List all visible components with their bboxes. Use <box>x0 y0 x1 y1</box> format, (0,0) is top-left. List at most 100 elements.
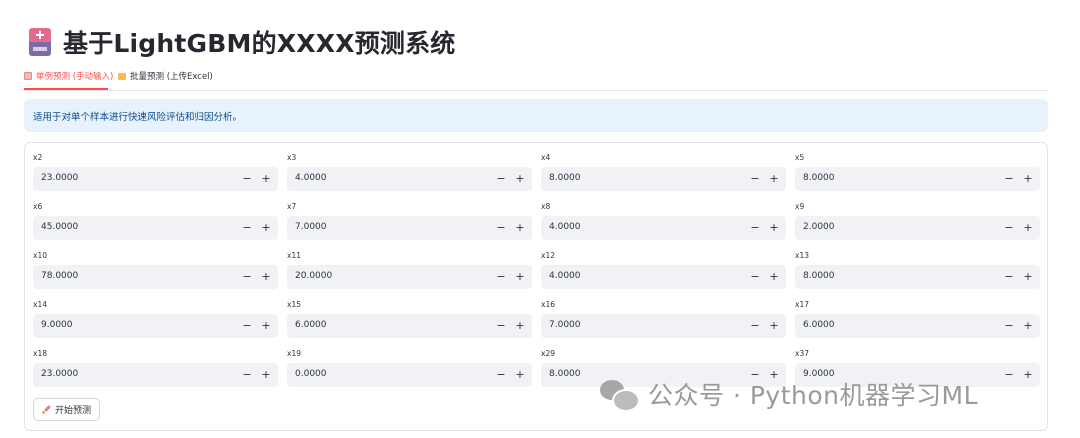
decrement-button[interactable]: − <box>494 316 508 336</box>
number-field[interactable]: 8.0000 − + <box>795 265 1040 289</box>
decrement-button[interactable]: − <box>240 218 254 238</box>
increment-button[interactable]: + <box>259 365 273 385</box>
field-label: x15 <box>287 300 301 309</box>
decrement-button[interactable]: − <box>748 169 762 189</box>
field-value[interactable]: 4.0000 <box>549 271 581 281</box>
field-label: x13 <box>795 251 809 260</box>
number-field[interactable]: 78.0000 − + <box>33 265 278 289</box>
field-value[interactable]: 9.0000 <box>41 320 73 330</box>
start-prediction-button[interactable]: 开始预测 <box>33 398 100 421</box>
increment-button[interactable]: + <box>767 316 781 336</box>
decrement-button[interactable]: − <box>1002 169 1016 189</box>
number-field[interactable]: 45.0000 − + <box>33 216 278 240</box>
number-input-x4: x4 8.0000 − + <box>541 152 786 191</box>
active-tab-indicator <box>24 88 108 90</box>
number-input-x14: x14 9.0000 − + <box>33 299 278 338</box>
increment-button[interactable]: + <box>259 169 273 189</box>
tab-bar: 单例预测 (手动输入) 批量预测 (上传Excel) <box>24 66 1048 91</box>
increment-button[interactable]: + <box>1021 218 1035 238</box>
number-field[interactable]: 4.0000 − + <box>541 216 786 240</box>
rocket-icon <box>41 405 52 415</box>
increment-button[interactable]: + <box>1021 267 1035 287</box>
field-value[interactable]: 8.0000 <box>803 271 835 281</box>
decrement-button[interactable]: − <box>748 218 762 238</box>
field-value[interactable]: 4.0000 <box>549 222 581 232</box>
increment-button[interactable]: + <box>513 365 527 385</box>
field-value[interactable]: 45.0000 <box>41 222 78 232</box>
decrement-button[interactable]: − <box>748 267 762 287</box>
number-field[interactable]: 4.0000 − + <box>541 265 786 289</box>
increment-button[interactable]: + <box>767 218 781 238</box>
increment-button[interactable]: + <box>259 316 273 336</box>
decrement-button[interactable]: − <box>1002 316 1016 336</box>
number-field[interactable]: 4.0000 − + <box>287 167 532 191</box>
decrement-button[interactable]: − <box>494 365 508 385</box>
number-input-x9: x9 2.0000 − + <box>795 201 1040 240</box>
field-label: x2 <box>33 153 43 162</box>
number-field[interactable]: 6.0000 − + <box>795 314 1040 338</box>
field-value[interactable]: 0.0000 <box>295 369 327 379</box>
decrement-button[interactable]: − <box>1002 365 1016 385</box>
decrement-button[interactable]: − <box>240 267 254 287</box>
field-value[interactable]: 8.0000 <box>549 369 581 379</box>
number-field[interactable]: 2.0000 − + <box>795 216 1040 240</box>
field-value[interactable]: 78.0000 <box>41 271 78 281</box>
increment-button[interactable]: + <box>1021 316 1035 336</box>
number-input-x19: x19 0.0000 − + <box>287 348 532 387</box>
number-field[interactable]: 7.0000 − + <box>541 314 786 338</box>
number-field[interactable]: 7.0000 − + <box>287 216 532 240</box>
decrement-button[interactable]: − <box>494 169 508 189</box>
increment-button[interactable]: + <box>1021 365 1035 385</box>
field-value[interactable]: 2.0000 <box>803 222 835 232</box>
field-label: x7 <box>287 202 297 211</box>
number-input-x3: x3 4.0000 − + <box>287 152 532 191</box>
number-input-x13: x13 8.0000 − + <box>795 250 1040 289</box>
increment-button[interactable]: + <box>513 316 527 336</box>
increment-button[interactable]: + <box>767 169 781 189</box>
number-field[interactable]: 23.0000 − + <box>33 167 278 191</box>
field-label: x8 <box>541 202 551 211</box>
increment-button[interactable]: + <box>513 169 527 189</box>
field-value[interactable]: 8.0000 <box>803 173 835 183</box>
increment-button[interactable]: + <box>513 267 527 287</box>
increment-button[interactable]: + <box>513 218 527 238</box>
field-value[interactable]: 7.0000 <box>295 222 327 232</box>
decrement-button[interactable]: − <box>240 169 254 189</box>
field-value[interactable]: 6.0000 <box>295 320 327 330</box>
field-value[interactable]: 23.0000 <box>41 173 78 183</box>
decrement-button[interactable]: − <box>748 316 762 336</box>
increment-button[interactable]: + <box>259 267 273 287</box>
number-field[interactable]: 20.0000 − + <box>287 265 532 289</box>
number-field[interactable]: 6.0000 − + <box>287 314 532 338</box>
number-field[interactable]: 23.0000 − + <box>33 363 278 387</box>
field-value[interactable]: 8.0000 <box>549 173 581 183</box>
folder-icon <box>118 72 126 80</box>
field-value[interactable]: 23.0000 <box>41 369 78 379</box>
number-input-x10: x10 78.0000 − + <box>33 250 278 289</box>
field-value[interactable]: 6.0000 <box>803 320 835 330</box>
decrement-button[interactable]: − <box>494 218 508 238</box>
field-label: x10 <box>33 251 47 260</box>
page-header: 基于LightGBM的XXXX预测系统 <box>29 24 456 60</box>
number-field[interactable]: 8.0000 − + <box>795 167 1040 191</box>
increment-button[interactable]: + <box>767 267 781 287</box>
number-field[interactable]: 8.0000 − + <box>541 167 786 191</box>
increment-button[interactable]: + <box>1021 169 1035 189</box>
field-value[interactable]: 20.0000 <box>295 271 332 281</box>
tab-batch-prediction[interactable]: 批量预测 (上传Excel) <box>118 70 213 82</box>
watermark-text: 公众号 · Python机器学习ML <box>648 381 978 410</box>
field-value[interactable]: 7.0000 <box>549 320 581 330</box>
increment-button[interactable]: + <box>259 218 273 238</box>
decrement-button[interactable]: − <box>240 316 254 336</box>
tab-single-prediction[interactable]: 单例预测 (手动输入) <box>24 70 113 82</box>
number-field[interactable]: 9.0000 − + <box>33 314 278 338</box>
decrement-button[interactable]: − <box>1002 267 1016 287</box>
number-input-x12: x12 4.0000 − + <box>541 250 786 289</box>
decrement-button[interactable]: − <box>494 267 508 287</box>
number-field[interactable]: 0.0000 − + <box>287 363 532 387</box>
decrement-button[interactable]: − <box>240 365 254 385</box>
field-value[interactable]: 4.0000 <box>295 173 327 183</box>
field-label: x4 <box>541 153 551 162</box>
decrement-button[interactable]: − <box>1002 218 1016 238</box>
info-alert: 适用于对单个样本进行快速风险评估和归因分析。 <box>24 99 1048 132</box>
